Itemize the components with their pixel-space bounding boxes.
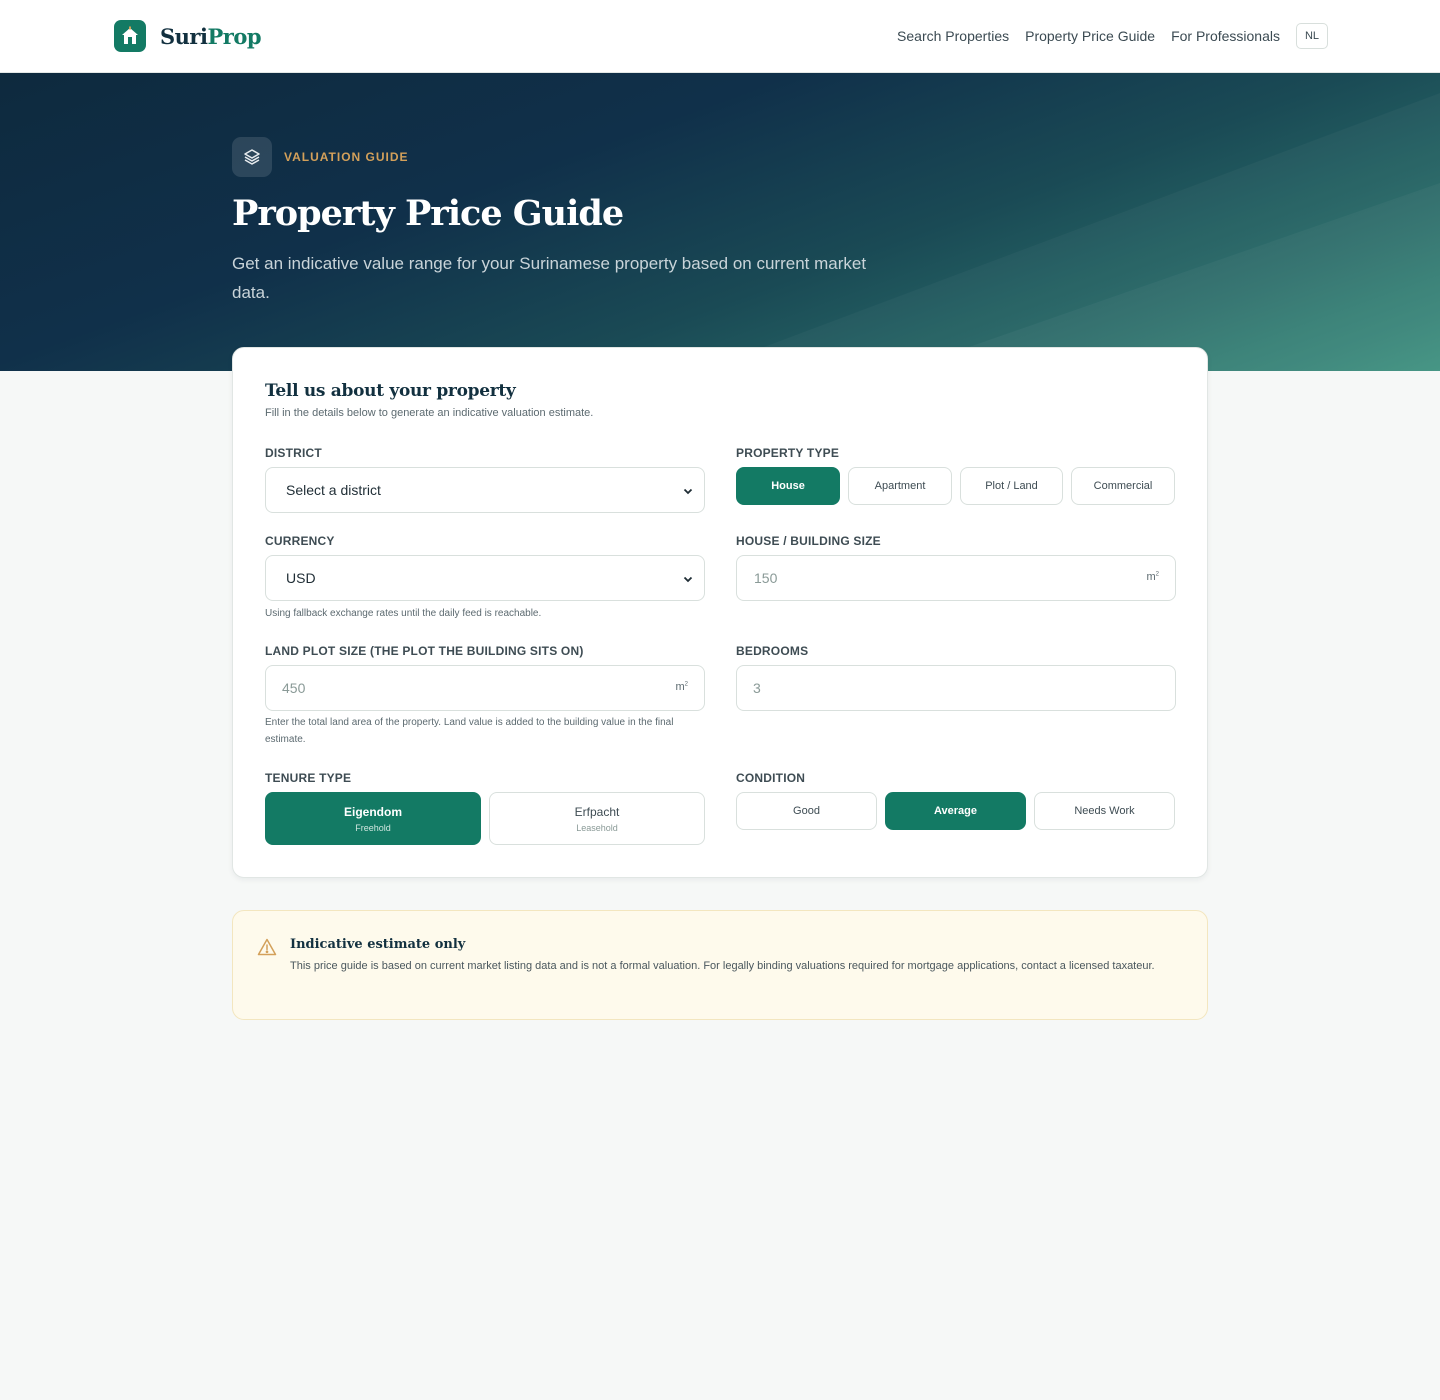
property-type-house-button[interactable]: House	[736, 467, 840, 505]
nav-for-professionals[interactable]: For Professionals	[1171, 23, 1280, 49]
district-select-value: Select a district	[286, 482, 381, 498]
currency-label: CURRENCY	[265, 534, 335, 548]
land-size-unit: m2	[675, 681, 688, 693]
building-size-unit-text: m	[1146, 571, 1156, 583]
home-logo-icon	[114, 20, 146, 52]
main-nav: Search Properties Property Price Guide F…	[881, 23, 1328, 49]
tenure-type-label: TENURE TYPE	[265, 771, 352, 785]
tenure-eigendom-title: Eigendom	[343, 804, 402, 819]
form-title: Tell us about your property	[265, 381, 516, 401]
building-size-input[interactable]: 150 m2	[736, 555, 1176, 601]
land-size-unit-sup: 2	[684, 681, 688, 688]
layers-icon	[232, 137, 272, 177]
currency-select[interactable]: USD	[265, 555, 705, 601]
property-form-card: Tell us about your property Fill in the …	[232, 347, 1208, 878]
land-size-unit-text: m	[675, 681, 685, 693]
building-size-unit: m2	[1146, 571, 1159, 583]
bedrooms-label: BEDROOMS	[736, 644, 809, 658]
page-subtitle: Get an indicative value range for your S…	[232, 254, 867, 302]
currency-select-value: USD	[286, 570, 316, 586]
condition-good-button[interactable]: Good	[736, 792, 877, 830]
disclaimer-notice: Indicative estimate only This price guid…	[232, 910, 1208, 1020]
condition-average-button[interactable]: Average	[885, 792, 1026, 830]
condition-label: CONDITION	[736, 771, 806, 785]
notice-title: Indicative estimate only	[290, 937, 466, 952]
page-title: Property Price Guide	[232, 193, 624, 234]
brand-name: SuriProp	[160, 23, 262, 49]
tenure-erfpacht-button[interactable]: Erfpacht Leasehold	[489, 792, 705, 845]
tenure-erfpacht-subtitle: Leasehold	[576, 822, 618, 833]
condition-needs-work-button[interactable]: Needs Work	[1034, 792, 1175, 830]
brand-name-part2: Prop	[207, 23, 262, 49]
building-size-placeholder: 150	[754, 570, 778, 586]
property-type-commercial-button[interactable]: Commercial	[1071, 467, 1175, 505]
brand-logo[interactable]: SuriProp	[114, 20, 262, 52]
property-type-plot-land-button[interactable]: Plot / Land	[960, 467, 1063, 505]
brand-name-part1: Suri	[160, 23, 208, 49]
hero-banner: VALUATION GUIDE Property Price Guide Get…	[0, 73, 1440, 371]
land-size-placeholder: 450	[282, 680, 306, 696]
district-label: DISTRICT	[265, 446, 322, 460]
land-size-label: LAND PLOT SIZE (THE PLOT THE BUILDING SI…	[265, 644, 584, 658]
tenure-eigendom-button[interactable]: Eigendom Freehold	[265, 792, 481, 845]
bedrooms-input[interactable]: 3	[736, 665, 1176, 711]
bedrooms-placeholder: 3	[753, 680, 761, 696]
hero-badge-label: VALUATION GUIDE	[284, 150, 409, 164]
hero-background-decoration	[900, 183, 1440, 371]
nav-property-price-guide[interactable]: Property Price Guide	[1025, 23, 1155, 49]
tenure-eigendom-subtitle: Freehold	[355, 822, 391, 833]
top-navigation: SuriProp Search Properties Property Pric…	[0, 0, 1440, 73]
chevron-down-icon	[682, 572, 694, 588]
property-type-apartment-button[interactable]: Apartment	[848, 467, 952, 505]
building-size-label: HOUSE / BUILDING SIZE	[736, 534, 881, 548]
nav-search-properties[interactable]: Search Properties	[897, 23, 1009, 49]
form-subtitle: Fill in the details below to generate an…	[265, 407, 594, 419]
property-type-label: PROPERTY TYPE	[736, 446, 840, 460]
land-size-hint: Enter the total land area of the propert…	[265, 717, 674, 745]
building-size-unit-sup: 2	[1155, 571, 1159, 578]
chevron-down-icon	[682, 484, 694, 500]
land-size-input[interactable]: 450 m2	[265, 665, 705, 711]
warning-icon	[257, 937, 277, 962]
tenure-erfpacht-title: Erfpacht	[574, 804, 620, 819]
notice-body: This price guide is based on current mar…	[290, 960, 1155, 972]
currency-hint: Using fallback exchange rates until the …	[265, 608, 542, 619]
hero-badge: VALUATION GUIDE	[232, 137, 409, 177]
language-toggle-button[interactable]: NL	[1296, 23, 1328, 49]
district-select[interactable]: Select a district	[265, 467, 705, 513]
